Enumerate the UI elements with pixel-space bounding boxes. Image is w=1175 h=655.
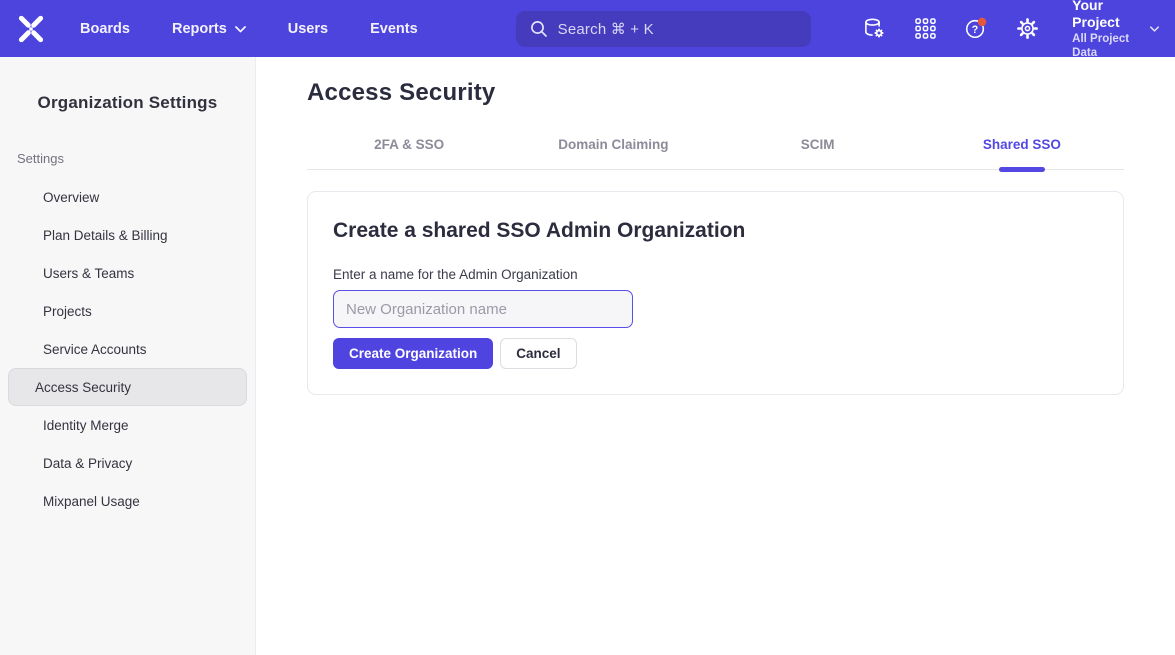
project-name: Your Project — [1072, 0, 1136, 32]
nav-item-events-label: Events — [370, 21, 418, 37]
tab-2fa-sso[interactable]: 2FA & SSO — [307, 137, 511, 169]
tab-domain-claiming[interactable]: Domain Claiming — [511, 137, 715, 169]
search-input[interactable]: Search ⌘ + K — [516, 11, 812, 47]
help-icon[interactable]: ? — [963, 16, 989, 42]
chevron-down-icon — [235, 26, 246, 33]
org-name-input[interactable] — [333, 290, 633, 328]
sidebar-item-users-teams[interactable]: Users & Teams — [8, 254, 247, 292]
search-placeholder: Search ⌘ + K — [558, 20, 654, 38]
page-title: Access Security — [307, 79, 1124, 107]
svg-text:?: ? — [972, 24, 978, 36]
nav-item-reports-label: Reports — [172, 21, 227, 37]
main-content: Access Security 2FA & SSO Domain Claimin… — [256, 57, 1175, 655]
org-name-label: Enter a name for the Admin Organization — [333, 267, 1098, 282]
nav-item-users-label: Users — [288, 21, 328, 37]
sidebar-item-plan-details-billing[interactable]: Plan Details & Billing — [8, 216, 247, 254]
notification-dot — [978, 18, 986, 26]
sidebar-item-projects[interactable]: Projects — [8, 292, 247, 330]
settings-sidebar: Organization Settings Settings Overview … — [0, 57, 256, 655]
sidebar-item-data-privacy[interactable]: Data & Privacy — [8, 444, 247, 482]
app-root: Boards Reports Users Events Search ⌘ + K — [0, 0, 1175, 655]
top-navigation-bar: Boards Reports Users Events Search ⌘ + K — [0, 0, 1175, 57]
nav-item-events[interactable]: Events — [370, 21, 418, 37]
sidebar-item-identity-merge[interactable]: Identity Merge — [8, 406, 247, 444]
sidebar-item-mixpanel-usage[interactable]: Mixpanel Usage — [8, 482, 247, 520]
search-icon — [530, 20, 548, 38]
sidebar-title: Organization Settings — [0, 93, 255, 113]
create-sso-org-card: Create a shared SSO Admin Organization E… — [307, 191, 1124, 395]
card-heading: Create a shared SSO Admin Organization — [333, 219, 1098, 243]
nav-item-boards-label: Boards — [80, 21, 130, 37]
nav-item-users[interactable]: Users — [288, 21, 328, 37]
settings-gear-icon[interactable] — [1014, 16, 1040, 42]
card-button-row: Create Organization Cancel — [333, 338, 1098, 369]
sidebar-item-access-security[interactable]: Access Security — [8, 368, 247, 406]
tab-bar: 2FA & SSO Domain Claiming SCIM Shared SS… — [307, 137, 1124, 170]
project-switcher[interactable]: Your Project All Project Data — [1072, 0, 1159, 60]
project-meta: Your Project All Project Data — [1072, 0, 1136, 60]
create-organization-button[interactable]: Create Organization — [333, 338, 493, 369]
sidebar-item-service-accounts[interactable]: Service Accounts — [8, 330, 247, 368]
page-layout: Organization Settings Settings Overview … — [0, 57, 1175, 655]
cancel-button[interactable]: Cancel — [500, 338, 576, 369]
tab-shared-sso[interactable]: Shared SSO — [920, 137, 1124, 169]
apps-grid-icon[interactable] — [912, 16, 938, 42]
chevron-down-icon — [1150, 25, 1159, 33]
nav-item-reports[interactable]: Reports — [172, 21, 246, 37]
nav-item-boards[interactable]: Boards — [80, 21, 130, 37]
data-management-icon[interactable] — [861, 16, 887, 42]
sidebar-section-label: Settings — [17, 151, 255, 166]
topbar-icon-group: ? — [861, 16, 1040, 42]
sidebar-item-overview[interactable]: Overview — [8, 178, 247, 216]
mixpanel-logo-icon[interactable] — [16, 12, 46, 46]
tab-scim[interactable]: SCIM — [716, 137, 920, 169]
